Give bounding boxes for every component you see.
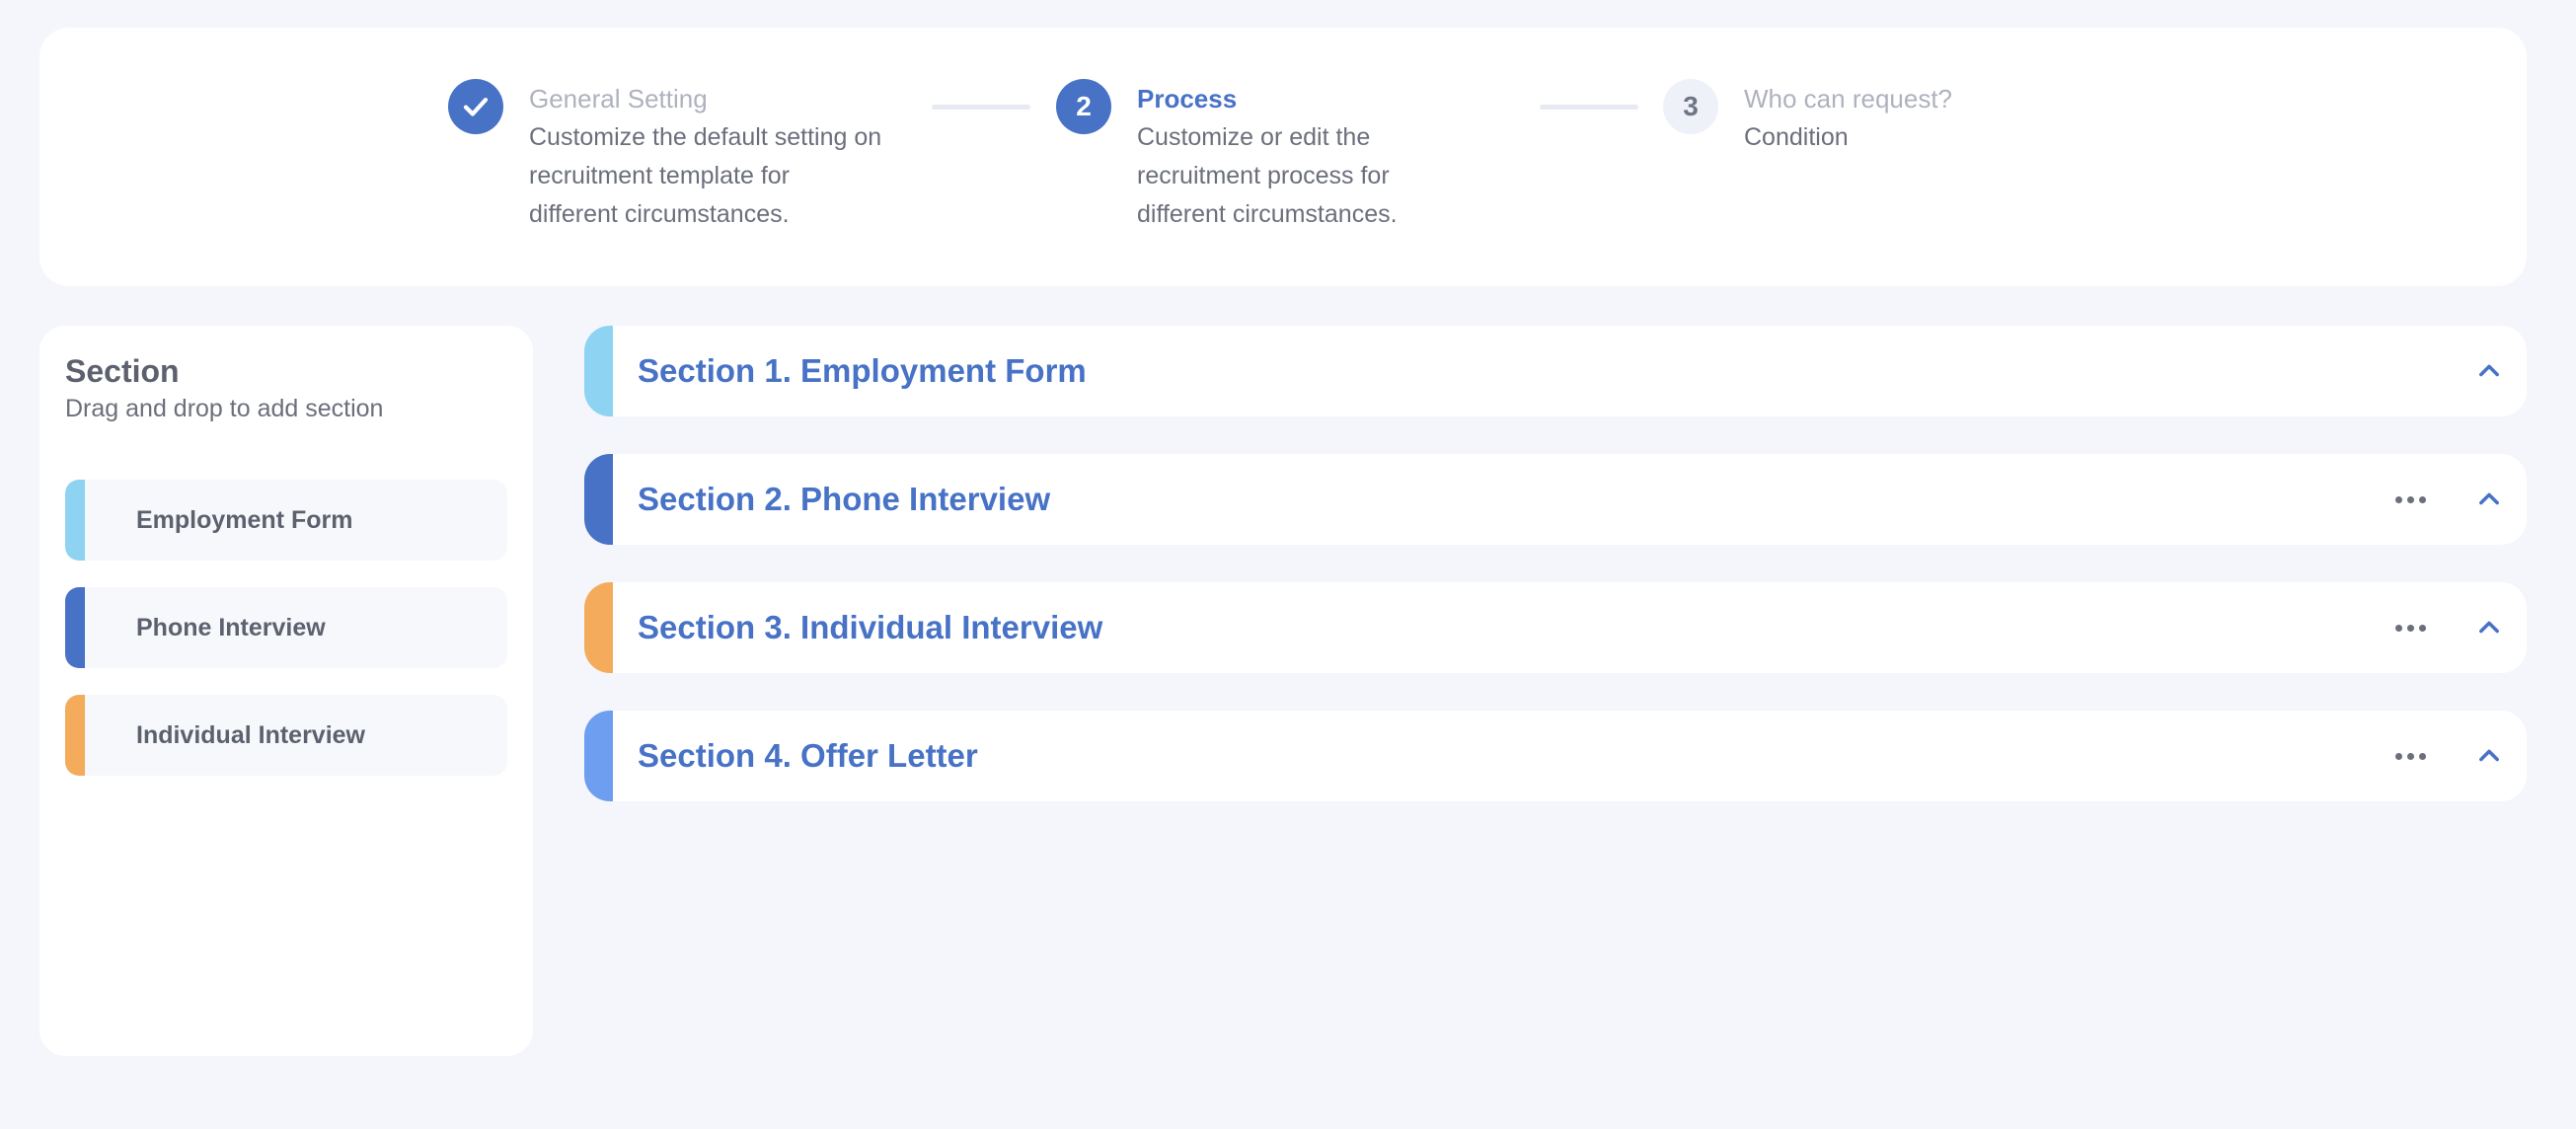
step-connector xyxy=(932,105,1030,110)
more-horizontal-icon[interactable] xyxy=(2387,732,2434,780)
more-horizontal-icon[interactable] xyxy=(2387,476,2434,523)
step-description-line: Condition xyxy=(1744,123,1849,151)
step-description-line: Customize the default setting on xyxy=(529,123,882,151)
palette-item-individual-interview[interactable]: Individual Interview xyxy=(65,695,507,776)
section-palette-panel: Section Drag and drop to add section Emp… xyxy=(39,326,533,1056)
palette-item-label: Employment Form xyxy=(136,505,353,534)
section-row-phone-interview[interactable]: Section 2. Phone Interview xyxy=(584,454,2527,545)
palette-item-employment-form[interactable]: Employment Form xyxy=(65,480,507,561)
step-description-line: recruitment process for xyxy=(1137,162,1390,189)
step-text: Process Customize or edit the recruitmen… xyxy=(1137,79,1398,234)
step-description-line: Customize or edit the xyxy=(1137,123,1371,151)
step-number-badge: 3 xyxy=(1663,79,1718,134)
chevron-up-icon[interactable] xyxy=(2465,476,2513,523)
section-color-bar xyxy=(584,582,613,673)
step-title: Who can request? xyxy=(1744,84,1953,113)
chevron-up-icon[interactable] xyxy=(2465,732,2513,780)
section-title: Section 3. Individual Interview xyxy=(638,609,1103,645)
palette-color-bar xyxy=(65,695,85,776)
section-row-employment-form[interactable]: Section 1. Employment Form xyxy=(584,326,2527,416)
step-connector xyxy=(1540,105,1638,110)
chevron-up-icon[interactable] xyxy=(2465,347,2513,395)
more-horizontal-icon[interactable] xyxy=(2387,604,2434,651)
section-row-individual-interview[interactable]: Section 3. Individual Interview xyxy=(584,582,2527,673)
step-text: Who can request? Condition xyxy=(1744,79,1952,157)
section-color-bar xyxy=(584,454,613,545)
palette-item-label: Phone Interview xyxy=(136,613,326,641)
step-description-line: different circumstances. xyxy=(1137,200,1398,228)
section-row-offer-letter[interactable]: Section 4. Offer Letter xyxy=(584,711,2527,801)
step-title: Process xyxy=(1137,84,1238,113)
panel-subtitle: Drag and drop to add section xyxy=(65,395,384,422)
section-title: Section 4. Offer Letter xyxy=(638,737,978,774)
stepper-card: General Setting Customize the default se… xyxy=(39,28,2527,286)
step-text: General Setting Customize the default se… xyxy=(529,79,881,234)
palette-item-label: Individual Interview xyxy=(136,720,365,749)
chevron-up-icon[interactable] xyxy=(2465,604,2513,651)
check-icon xyxy=(448,79,503,134)
section-color-bar xyxy=(584,711,613,801)
section-title: Section 2. Phone Interview xyxy=(638,481,1051,517)
step-description-line: different circumstances. xyxy=(529,200,790,228)
step-number-badge: 2 xyxy=(1056,79,1111,134)
section-color-bar xyxy=(584,326,613,416)
panel-title: Section xyxy=(65,353,180,389)
palette-color-bar xyxy=(65,480,85,561)
step-description-line: recruitment template for xyxy=(529,162,790,189)
palette-item-phone-interview[interactable]: Phone Interview xyxy=(65,587,507,668)
section-title: Section 1. Employment Form xyxy=(638,352,1087,389)
step-title: General Setting xyxy=(529,84,708,113)
palette-color-bar xyxy=(65,587,85,668)
